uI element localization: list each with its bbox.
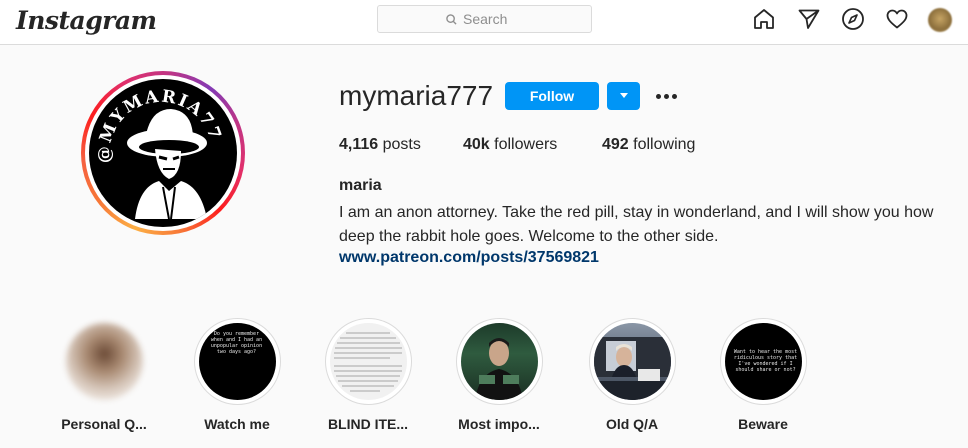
dot-icon bbox=[655, 93, 661, 99]
highlight-cover bbox=[65, 323, 143, 400]
highlight-item[interactable]: Do you remember when and I had an unpopu… bbox=[192, 318, 282, 432]
highlight-cover: Do you remember when and I had an unpopu… bbox=[198, 323, 276, 400]
highlight-item[interactable]: BLIND ITE... bbox=[323, 318, 413, 432]
highlight-cover: Want to hear the most ridiculous story t… bbox=[724, 323, 802, 400]
highlight-cover-text: Do you remember when and I had an unpopu… bbox=[210, 331, 263, 355]
person-photo-graphic bbox=[474, 338, 523, 400]
profile-avatar[interactable] bbox=[928, 8, 952, 32]
highlight-cover bbox=[593, 323, 671, 400]
profile-picture[interactable]: @MYMARIA777 bbox=[81, 71, 245, 235]
search-icon bbox=[446, 13, 457, 25]
followers-count: 40k bbox=[463, 136, 490, 153]
followers-label: followers bbox=[494, 136, 558, 153]
top-nav: Instagram bbox=[0, 0, 968, 45]
posts-label: posts bbox=[382, 136, 421, 153]
highlight-item[interactable]: Want to hear the most ridiculous story t… bbox=[718, 318, 808, 432]
more-options-button[interactable] bbox=[653, 86, 679, 106]
text-lines-graphic bbox=[333, 332, 402, 392]
profile-bio: I am an anon attorney. Take the red pill… bbox=[339, 204, 934, 245]
highlight-label: Most impo... bbox=[458, 416, 540, 432]
highlight-cover-text: Want to hear the most ridiculous story t… bbox=[733, 349, 798, 373]
highlight-cover bbox=[460, 323, 538, 400]
home-icon[interactable] bbox=[752, 7, 776, 31]
highlight-item[interactable]: Old Q/A bbox=[587, 318, 677, 432]
search-box[interactable] bbox=[377, 5, 592, 33]
instagram-logo[interactable]: Instagram bbox=[16, 6, 157, 35]
profile-website-link[interactable]: www.patreon.com/posts/37569821 bbox=[339, 249, 599, 267]
profile-full-name: maria bbox=[339, 177, 382, 194]
highlight-label: Watch me bbox=[204, 416, 270, 432]
caret-down-icon bbox=[619, 93, 628, 98]
avatar-artwork: @MYMARIA777 bbox=[89, 79, 223, 219]
following-label: following bbox=[633, 136, 696, 153]
explore-icon[interactable] bbox=[841, 7, 865, 31]
search-input[interactable] bbox=[463, 11, 523, 27]
suggested-dropdown-button[interactable] bbox=[607, 82, 640, 110]
activity-heart-icon[interactable] bbox=[885, 7, 909, 31]
direct-icon[interactable] bbox=[797, 7, 821, 31]
highlight-label: Old Q/A bbox=[605, 416, 659, 432]
follow-button[interactable]: Follow bbox=[505, 82, 599, 110]
profile-image: @MYMARIA777 bbox=[89, 79, 237, 227]
highlight-label: Beware bbox=[738, 416, 788, 432]
followers-stat[interactable]: 40k followers bbox=[463, 136, 557, 154]
dot-icon bbox=[671, 93, 677, 99]
posts-count: 4,116 bbox=[339, 136, 379, 153]
posts-stat: 4,116 posts bbox=[339, 136, 421, 154]
following-stat[interactable]: 492 following bbox=[602, 136, 695, 154]
dot-icon bbox=[663, 93, 669, 99]
highlight-label: BLIND ITE... bbox=[327, 416, 409, 432]
highlight-item[interactable]: Most impo... bbox=[454, 318, 544, 432]
highlight-cover bbox=[329, 323, 407, 400]
car-photo-graphic bbox=[593, 337, 671, 400]
profile-username: mymaria777 bbox=[339, 80, 494, 111]
highlight-label: Personal Q... bbox=[61, 416, 147, 432]
highlight-item[interactable]: Personal Q... bbox=[59, 318, 149, 432]
following-count: 492 bbox=[602, 136, 629, 153]
